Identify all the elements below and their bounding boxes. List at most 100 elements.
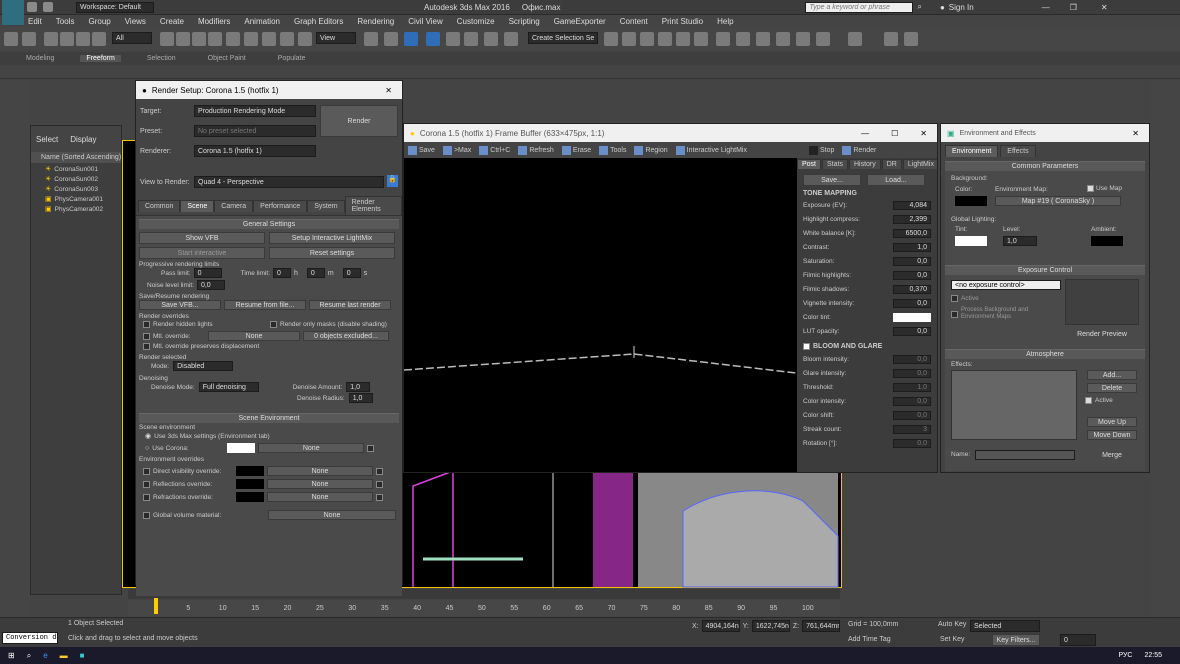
vfb-param-field[interactable]: 1,0	[893, 242, 931, 252]
render-preview-button[interactable]: Render Preview	[1065, 329, 1139, 339]
search-icon[interactable]: ⌕	[27, 651, 31, 661]
menu-modifiers[interactable]: Modifiers	[198, 17, 230, 26]
windows-start-icon[interactable]: ⊞	[8, 651, 15, 660]
move-up-button[interactable]: Move Up	[1087, 417, 1137, 427]
explorer-item[interactable]: ▣ PhysCamera002	[31, 204, 121, 214]
toolbar-tool-icon[interactable]	[716, 32, 730, 46]
global-volume-checkbox[interactable]	[143, 511, 150, 519]
only-masks-checkbox[interactable]	[270, 321, 277, 328]
toolbar-tool-icon[interactable]	[404, 32, 418, 46]
selected-set-dropdown[interactable]: Selected	[970, 620, 1040, 632]
env-tab-effects[interactable]: Effects	[1000, 145, 1036, 157]
exposure-active-checkbox[interactable]	[951, 295, 958, 302]
toolbar-tool-icon[interactable]	[816, 32, 830, 46]
vfb-param-field[interactable]: 4,084	[893, 200, 931, 210]
toolbar-tool-icon[interactable]	[22, 32, 36, 46]
toolbar-tool-icon[interactable]	[426, 32, 440, 46]
post-save-button[interactable]: Save...	[803, 174, 861, 186]
vfb-refresh-button[interactable]: Refresh	[518, 145, 554, 155]
target-dropdown[interactable]: Production Rendering Mode	[194, 105, 316, 117]
selection-filter-dropdown[interactable]: All	[112, 32, 152, 44]
menu-group[interactable]: Group	[88, 17, 110, 26]
current-frame-field[interactable]: 0	[1060, 634, 1096, 646]
maximize-icon[interactable]: ☐	[891, 129, 898, 138]
menu-gameexporter[interactable]: GameExporter	[554, 17, 606, 26]
toolbar-tool-icon[interactable]	[884, 32, 898, 46]
keyboard-language[interactable]: РУС	[1118, 652, 1132, 659]
toolbar-tool-icon[interactable]	[446, 32, 460, 46]
direct-visibility-override-checkbox[interactable]	[143, 467, 150, 475]
time-minutes-field[interactable]: 0	[306, 268, 325, 278]
color-tint-swatch[interactable]	[893, 312, 931, 322]
env-tab-environment[interactable]: Environment	[945, 145, 999, 157]
vfb-tab-history[interactable]: History	[848, 159, 881, 169]
process-bg-checkbox[interactable]	[951, 310, 958, 318]
mtl-override-button[interactable]: None	[208, 331, 300, 341]
vfb-tab-dr[interactable]: DR	[881, 159, 902, 169]
timeline-ruler[interactable]: 0510152025303540455055606570758085909510…	[128, 598, 840, 616]
delete-effect-button[interactable]: Delete	[1087, 383, 1137, 393]
menu-content[interactable]: Content	[620, 17, 648, 26]
vfb-tools-button[interactable]: Tools	[599, 145, 626, 155]
close-button[interactable]: ✕	[1101, 3, 1108, 12]
ribbon-tab-populate[interactable]: Populate	[272, 55, 312, 62]
time-hours-field[interactable]: 0	[273, 268, 291, 278]
set-key-button[interactable]: Set Key	[940, 636, 965, 643]
auto-key-button[interactable]: Auto Key	[938, 621, 966, 628]
effect-active-checkbox[interactable]	[1085, 397, 1092, 404]
toolbar-tool-icon[interactable]	[676, 32, 690, 46]
render-selected-mode-dropdown[interactable]: Disabled	[173, 361, 234, 371]
toolbar-tool-icon[interactable]	[176, 32, 190, 46]
effect-name-field[interactable]	[975, 450, 1075, 460]
menu-edit[interactable]: Edit	[28, 17, 42, 26]
x-coordinate[interactable]: 4904,164n	[701, 620, 740, 632]
toolbar-tool-icon[interactable]	[44, 32, 58, 46]
render-tab-performance[interactable]: Performance	[253, 199, 308, 212]
scene-environment-header[interactable]: Scene Environment	[139, 413, 399, 423]
workspace-dropdown[interactable]: Workspace: Default	[76, 1, 154, 13]
general-settings-header[interactable]: General Settings	[139, 219, 399, 229]
start-interactive-button[interactable]: Start interactive	[139, 247, 265, 259]
time-slider-handle[interactable]	[154, 598, 158, 614]
toolbar-tool-icon[interactable]	[622, 32, 636, 46]
toolbar-tool-icon[interactable]	[756, 32, 770, 46]
add-effect-button[interactable]: Add...	[1087, 370, 1137, 380]
explorer-item[interactable]: ▣ PhysCamera001	[31, 194, 121, 204]
key-filters-button[interactable]: Key Filters...	[992, 634, 1040, 646]
vfb-ctrl-c-button[interactable]: Ctrl+C	[479, 145, 510, 155]
menu-tools[interactable]: Tools	[56, 17, 75, 26]
ribbon-tab-selection[interactable]: Selection	[141, 55, 182, 62]
minimize-button[interactable]: —	[1042, 3, 1050, 12]
explorer-item[interactable]: ☀ CoronaSun003	[31, 184, 121, 194]
menu-animation[interactable]: Animation	[244, 17, 280, 26]
background-color-swatch[interactable]	[955, 196, 987, 206]
explorer-tab-select[interactable]: Select	[36, 135, 58, 144]
toolbar-tool-icon[interactable]	[192, 32, 206, 46]
noise-limit-field[interactable]: 0,0	[196, 280, 225, 290]
toolbar-tool-icon[interactable]	[76, 32, 90, 46]
vfb-save-button[interactable]: Save	[408, 145, 435, 155]
toolbar-tool-icon[interactable]	[904, 32, 918, 46]
render-tab-common[interactable]: Common	[138, 199, 181, 212]
vfb-param-field[interactable]: 0,0	[893, 410, 931, 420]
toolbar-tool-icon[interactable]	[658, 32, 672, 46]
refractions-override-checkbox[interactable]	[143, 493, 150, 501]
quick-access-icon[interactable]	[43, 2, 53, 12]
global-volume-button[interactable]: None	[268, 510, 396, 520]
menu-help[interactable]: Help	[717, 17, 733, 26]
toolbar-tool-icon[interactable]	[384, 32, 398, 46]
use-3ds-radio[interactable]: ◉	[145, 432, 151, 440]
close-icon[interactable]: ✕	[385, 86, 392, 95]
toolbar-tool-icon[interactable]	[226, 32, 240, 46]
quick-access-icon[interactable]	[27, 2, 37, 12]
menu-views[interactable]: Views	[125, 17, 146, 26]
time-seconds-field[interactable]: 0	[342, 268, 361, 278]
named-selection-set[interactable]: Create Selection Se	[528, 32, 598, 44]
minimize-icon[interactable]: —	[861, 129, 869, 138]
sign-in-link[interactable]: Sign In	[949, 3, 974, 12]
denoise-radius-field[interactable]: 1,0	[348, 393, 373, 403]
menu-create[interactable]: Create	[160, 17, 184, 26]
resume-last-button[interactable]: Resume last render	[309, 300, 391, 310]
reflections-override-checkbox[interactable]	[143, 480, 150, 488]
render-tab-camera[interactable]: Camera	[214, 199, 254, 212]
